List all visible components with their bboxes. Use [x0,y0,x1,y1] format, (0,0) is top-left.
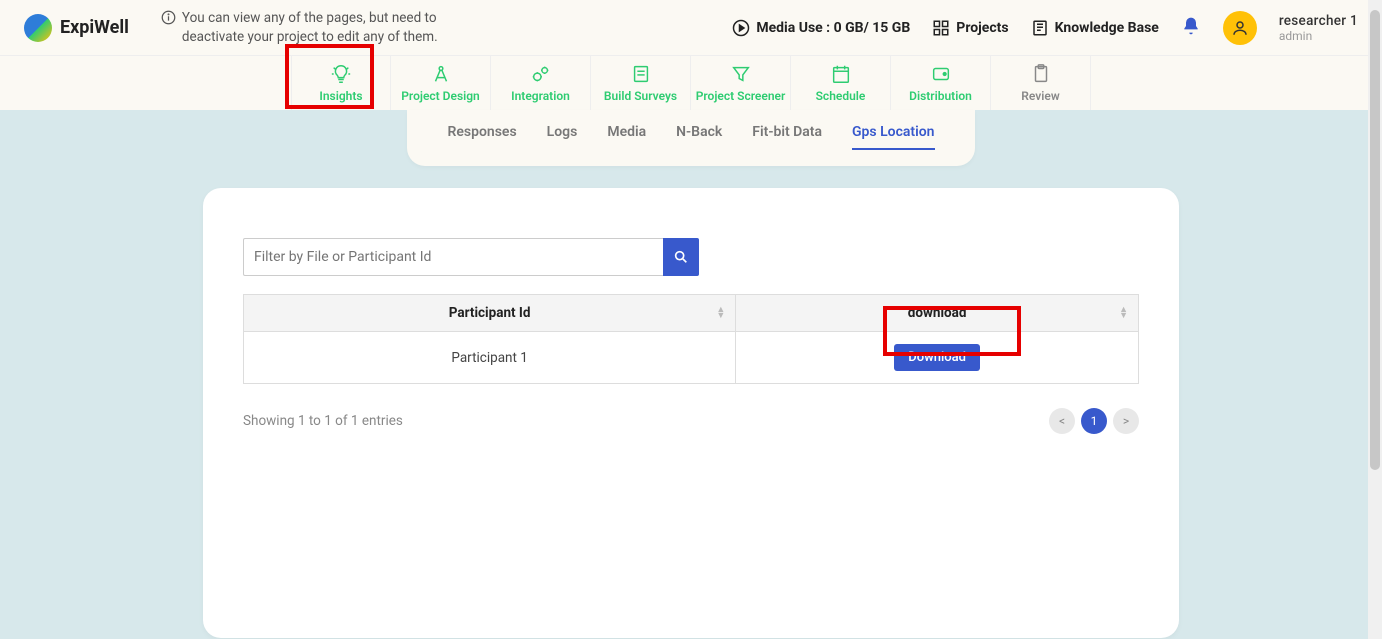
logo[interactable]: ExpiWell [24,14,129,42]
nav-label: Distribution [909,89,972,103]
nav-label: Insights [319,89,362,103]
user-role: admin [1279,29,1358,43]
nav-label: Review [1021,89,1059,103]
col-label: download [908,305,967,321]
content-card: Participant Id ▲▼ download ▲▼ Participan… [203,188,1179,638]
nav-label: Project Design [401,89,480,103]
user-info: researcher 1 admin [1279,13,1358,43]
cell-download: Download [736,332,1139,384]
search-icon [673,249,689,265]
projects-label: Projects [956,20,1008,36]
media-use: Media Use : 0 GB/ 15 GB [732,19,910,37]
pager-page-1[interactable]: 1 [1081,408,1107,434]
tab-fitbit-data[interactable]: Fit-bit Data [752,124,822,150]
nav-review[interactable]: Review [991,56,1091,110]
sub-tabs-wrap: Responses Logs Media N-Back Fit-bit Data… [0,110,1382,166]
tab-gps-location[interactable]: Gps Location [852,124,935,150]
search-button[interactable] [663,238,699,276]
info-text: You can view any of the pages, but need … [182,9,461,45]
scrollbar-thumb[interactable] [1370,10,1380,470]
filter-row [243,238,1139,276]
knowledge-base-link[interactable]: Knowledge Base [1031,19,1159,37]
entries-text: Showing 1 to 1 of 1 entries [243,413,403,429]
download-button[interactable]: Download [894,344,980,371]
nav-label: Project Screener [696,89,786,103]
knowledge-base-label: Knowledge Base [1055,20,1159,36]
main-nav: Insights Project Design Integration Buil… [0,56,1382,110]
gears-icon [530,63,552,85]
col-participant-id[interactable]: Participant Id ▲▼ [244,295,736,332]
play-icon [732,19,750,37]
book-icon [1031,19,1049,37]
form-icon [630,63,652,85]
info-banner: You can view any of the pages, but need … [161,9,461,45]
header-right: Media Use : 0 GB/ 15 GB Projects Knowled… [732,11,1358,45]
table-row: Participant 1 Download [244,332,1139,384]
col-download[interactable]: download ▲▼ [736,295,1139,332]
user-name: researcher 1 [1279,13,1358,29]
notifications-button[interactable] [1181,16,1201,40]
sub-tabs: Responses Logs Media N-Back Fit-bit Data… [407,110,974,166]
logo-icon [24,14,52,42]
grid-icon [932,19,950,37]
data-table: Participant Id ▲▼ download ▲▼ Participan… [243,294,1139,384]
col-label: Participant Id [449,305,531,321]
clipboard-icon [1030,63,1052,85]
pager-prev[interactable]: < [1049,408,1075,434]
scrollbar-track[interactable] [1368,0,1382,639]
tab-media[interactable]: Media [607,124,646,150]
compass-icon [430,63,452,85]
user-icon [1231,19,1249,37]
nav-integration[interactable]: Integration [491,56,591,110]
nav-distribution[interactable]: Distribution [891,56,991,110]
filter-input[interactable] [243,238,663,276]
cell-participant: Participant 1 [244,332,736,384]
calendar-icon [830,63,852,85]
nav-project-design[interactable]: Project Design [391,56,491,110]
table-footer: Showing 1 to 1 of 1 entries < 1 > [243,408,1139,434]
nav-insights[interactable]: Insights [291,56,391,110]
pager: < 1 > [1049,408,1139,434]
info-icon [161,10,176,30]
lightbulb-icon [330,63,352,85]
sort-icon: ▲▼ [1119,307,1128,319]
pager-next[interactable]: > [1113,408,1139,434]
table-header-row: Participant Id ▲▼ download ▲▼ [244,295,1139,332]
top-header: ExpiWell You can view any of the pages, … [0,0,1382,56]
tab-logs[interactable]: Logs [547,124,578,150]
wallet-icon [930,63,952,85]
funnel-icon [730,63,752,85]
nav-project-screener[interactable]: Project Screener [691,56,791,110]
nav-build-surveys[interactable]: Build Surveys [591,56,691,110]
nav-label: Build Surveys [604,89,677,103]
media-use-label: Media Use : 0 GB/ 15 GB [756,20,910,36]
tab-responses[interactable]: Responses [447,124,516,150]
tab-nback[interactable]: N-Back [676,124,722,150]
projects-link[interactable]: Projects [932,19,1008,37]
sort-icon: ▲▼ [716,307,725,319]
nav-schedule[interactable]: Schedule [791,56,891,110]
avatar[interactable] [1223,11,1257,45]
logo-text: ExpiWell [60,17,129,38]
nav-label: Integration [511,89,570,103]
nav-label: Schedule [816,89,866,103]
bell-icon [1181,16,1201,36]
